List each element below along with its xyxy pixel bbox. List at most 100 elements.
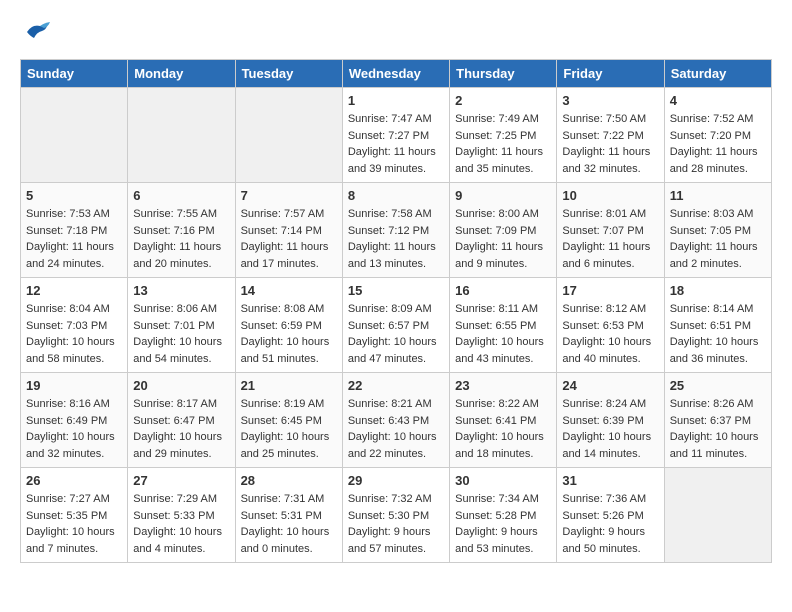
day-number: 12 xyxy=(26,283,122,298)
day-number: 4 xyxy=(670,93,766,108)
day-info: Sunrise: 7:55 AMSunset: 7:16 PMDaylight:… xyxy=(133,206,229,272)
header-saturday: Saturday xyxy=(664,60,771,88)
day-info: Sunrise: 7:53 AMSunset: 7:18 PMDaylight:… xyxy=(26,206,122,272)
logo-bird-icon xyxy=(22,20,52,44)
calendar-cell: 4 Sunrise: 7:52 AMSunset: 7:20 PMDaylight… xyxy=(664,88,771,183)
calendar-cell: 10Sunrise: 8:01 AMSunset: 7:07 PMDayligh… xyxy=(557,183,664,278)
calendar-header-row: SundayMondayTuesdayWednesdayThursdayFrid… xyxy=(21,60,772,88)
day-info: Sunrise: 8:24 AMSunset: 6:39 PMDaylight:… xyxy=(562,396,658,462)
day-info: Sunrise: 8:01 AMSunset: 7:07 PMDaylight:… xyxy=(562,206,658,272)
day-info: Sunrise: 7:32 AMSunset: 5:30 PMDaylight:… xyxy=(348,491,444,557)
calendar-week-3: 12 Sunrise: 8:04 AMSunset: 7:03 PMDayligh… xyxy=(21,278,772,373)
calendar-cell: 21 Sunrise: 8:19 AMSunset: 6:45 PMDayligh… xyxy=(235,373,342,468)
logo-text xyxy=(20,20,52,49)
calendar-cell: 8 Sunrise: 7:58 AMSunset: 7:12 PMDaylight… xyxy=(342,183,449,278)
calendar-cell: 12 Sunrise: 8:04 AMSunset: 7:03 PMDayligh… xyxy=(21,278,128,373)
calendar-cell: 23Sunrise: 8:22 AMSunset: 6:41 PMDayligh… xyxy=(450,373,557,468)
day-number: 13 xyxy=(133,283,229,298)
calendar-cell: 25 Sunrise: 8:26 AMSunset: 6:37 PMDayligh… xyxy=(664,373,771,468)
day-number: 15 xyxy=(348,283,444,298)
day-number: 21 xyxy=(241,378,337,393)
calendar-cell: 19 Sunrise: 8:16 AMSunset: 6:49 PMDayligh… xyxy=(21,373,128,468)
day-number: 29 xyxy=(348,473,444,488)
calendar-week-5: 26Sunrise: 7:27 AMSunset: 5:35 PMDayligh… xyxy=(21,468,772,563)
calendar-cell: 24 Sunrise: 8:24 AMSunset: 6:39 PMDayligh… xyxy=(557,373,664,468)
day-info: Sunrise: 8:06 AMSunset: 7:01 PMDaylight:… xyxy=(133,301,229,367)
day-number: 30 xyxy=(455,473,551,488)
day-number: 9 xyxy=(455,188,551,203)
day-info: Sunrise: 7:49 AMSunset: 7:25 PMDaylight:… xyxy=(455,111,551,177)
calendar-cell xyxy=(128,88,235,183)
day-number: 28 xyxy=(241,473,337,488)
day-number: 26 xyxy=(26,473,122,488)
day-number: 25 xyxy=(670,378,766,393)
calendar-cell: 3Sunrise: 7:50 AMSunset: 7:22 PMDaylight… xyxy=(557,88,664,183)
day-number: 19 xyxy=(26,378,122,393)
day-info: Sunrise: 8:21 AMSunset: 6:43 PMDaylight:… xyxy=(348,396,444,462)
day-number: 22 xyxy=(348,378,444,393)
calendar-cell: 15 Sunrise: 8:09 AMSunset: 6:57 PMDayligh… xyxy=(342,278,449,373)
header-wednesday: Wednesday xyxy=(342,60,449,88)
calendar-cell: 27Sunrise: 7:29 AMSunset: 5:33 PMDayligh… xyxy=(128,468,235,563)
day-info: Sunrise: 8:11 AMSunset: 6:55 PMDaylight:… xyxy=(455,301,551,367)
day-number: 23 xyxy=(455,378,551,393)
header-sunday: Sunday xyxy=(21,60,128,88)
day-info: Sunrise: 7:31 AMSunset: 5:31 PMDaylight:… xyxy=(241,491,337,557)
calendar-cell: 6 Sunrise: 7:55 AMSunset: 7:16 PMDaylight… xyxy=(128,183,235,278)
day-number: 5 xyxy=(26,188,122,203)
day-number: 6 xyxy=(133,188,229,203)
day-info: Sunrise: 8:03 AMSunset: 7:05 PMDaylight:… xyxy=(670,206,766,272)
day-number: 17 xyxy=(562,283,658,298)
day-info: Sunrise: 7:34 AMSunset: 5:28 PMDaylight:… xyxy=(455,491,551,557)
calendar-cell: 5 Sunrise: 7:53 AMSunset: 7:18 PMDaylight… xyxy=(21,183,128,278)
day-number: 7 xyxy=(241,188,337,203)
day-number: 18 xyxy=(670,283,766,298)
calendar-cell: 13 Sunrise: 8:06 AMSunset: 7:01 PMDayligh… xyxy=(128,278,235,373)
day-number: 20 xyxy=(133,378,229,393)
day-info: Sunrise: 7:50 AMSunset: 7:22 PMDaylight:… xyxy=(562,111,658,177)
header-thursday: Thursday xyxy=(450,60,557,88)
calendar-cell: 29 Sunrise: 7:32 AMSunset: 5:30 PMDayligh… xyxy=(342,468,449,563)
calendar-cell: 17 Sunrise: 8:12 AMSunset: 6:53 PMDayligh… xyxy=(557,278,664,373)
header-monday: Monday xyxy=(128,60,235,88)
calendar-week-4: 19 Sunrise: 8:16 AMSunset: 6:49 PMDayligh… xyxy=(21,373,772,468)
page-header xyxy=(20,20,772,49)
day-info: Sunrise: 8:12 AMSunset: 6:53 PMDaylight:… xyxy=(562,301,658,367)
calendar-cell xyxy=(664,468,771,563)
day-number: 14 xyxy=(241,283,337,298)
calendar-cell: 18 Sunrise: 8:14 AMSunset: 6:51 PMDayligh… xyxy=(664,278,771,373)
day-info: Sunrise: 8:04 AMSunset: 7:03 PMDaylight:… xyxy=(26,301,122,367)
day-number: 31 xyxy=(562,473,658,488)
calendar-cell: 14 Sunrise: 8:08 AMSunset: 6:59 PMDayligh… xyxy=(235,278,342,373)
day-info: Sunrise: 8:00 AMSunset: 7:09 PMDaylight:… xyxy=(455,206,551,272)
day-info: Sunrise: 8:26 AMSunset: 6:37 PMDaylight:… xyxy=(670,396,766,462)
day-info: Sunrise: 8:14 AMSunset: 6:51 PMDaylight:… xyxy=(670,301,766,367)
calendar-cell: 7 Sunrise: 7:57 AMSunset: 7:14 PMDaylight… xyxy=(235,183,342,278)
day-number: 2 xyxy=(455,93,551,108)
calendar-cell: 26Sunrise: 7:27 AMSunset: 5:35 PMDayligh… xyxy=(21,468,128,563)
calendar-cell: 9 Sunrise: 8:00 AMSunset: 7:09 PMDaylight… xyxy=(450,183,557,278)
calendar-cell: 28 Sunrise: 7:31 AMSunset: 5:31 PMDayligh… xyxy=(235,468,342,563)
calendar-week-1: 1Sunrise: 7:47 AMSunset: 7:27 PMDaylight… xyxy=(21,88,772,183)
calendar-cell: 1Sunrise: 7:47 AMSunset: 7:27 PMDaylight… xyxy=(342,88,449,183)
day-info: Sunrise: 7:52 AMSunset: 7:20 PMDaylight:… xyxy=(670,111,766,177)
calendar-cell: 30 Sunrise: 7:34 AMSunset: 5:28 PMDayligh… xyxy=(450,468,557,563)
day-info: Sunrise: 8:19 AMSunset: 6:45 PMDaylight:… xyxy=(241,396,337,462)
day-number: 11 xyxy=(670,188,766,203)
day-info: Sunrise: 8:09 AMSunset: 6:57 PMDaylight:… xyxy=(348,301,444,367)
day-info: Sunrise: 8:08 AMSunset: 6:59 PMDaylight:… xyxy=(241,301,337,367)
day-number: 8 xyxy=(348,188,444,203)
header-friday: Friday xyxy=(557,60,664,88)
day-info: Sunrise: 8:16 AMSunset: 6:49 PMDaylight:… xyxy=(26,396,122,462)
calendar-cell: 2 Sunrise: 7:49 AMSunset: 7:25 PMDaylight… xyxy=(450,88,557,183)
day-info: Sunrise: 7:47 AMSunset: 7:27 PMDaylight:… xyxy=(348,111,444,177)
day-info: Sunrise: 7:36 AMSunset: 5:26 PMDaylight:… xyxy=(562,491,658,557)
day-number: 16 xyxy=(455,283,551,298)
calendar-cell xyxy=(235,88,342,183)
day-info: Sunrise: 7:58 AMSunset: 7:12 PMDaylight:… xyxy=(348,206,444,272)
day-number: 24 xyxy=(562,378,658,393)
calendar-table: SundayMondayTuesdayWednesdayThursdayFrid… xyxy=(20,59,772,563)
day-info: Sunrise: 7:57 AMSunset: 7:14 PMDaylight:… xyxy=(241,206,337,272)
calendar-cell: 16 Sunrise: 8:11 AMSunset: 6:55 PMDayligh… xyxy=(450,278,557,373)
calendar-cell: 31 Sunrise: 7:36 AMSunset: 5:26 PMDayligh… xyxy=(557,468,664,563)
